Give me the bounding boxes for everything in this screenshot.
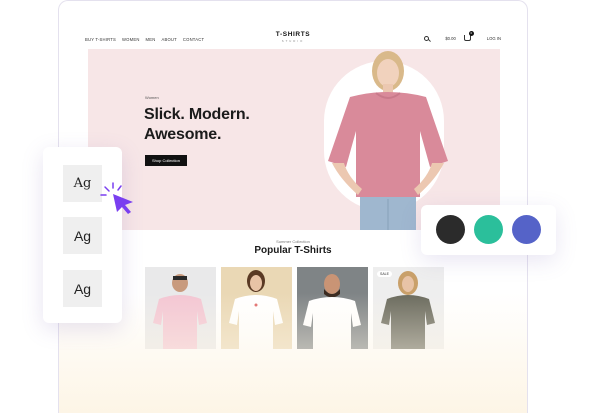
product-card[interactable]: SALE <box>373 267 444 349</box>
login-link[interactable]: LOG IN <box>487 36 501 41</box>
product-grid: SALE <box>145 267 444 349</box>
font-option-sans[interactable]: Ag <box>63 217 102 254</box>
product-card[interactable] <box>221 267 292 349</box>
font-picker-card: Ag Ag Ag <box>43 147 122 323</box>
nav-link-women[interactable]: WOMEN <box>122 37 140 42</box>
nav-links: BUY T-SHIRTS WOMEN MEN ABOUT CONTACT <box>85 37 204 42</box>
site-nav: BUY T-SHIRTS WOMEN MEN ABOUT CONTACT T-S… <box>85 29 501 49</box>
nav-link-men[interactable]: MEN <box>146 37 156 42</box>
sale-badge: SALE <box>377 271 392 277</box>
nav-link-contact[interactable]: CONTACT <box>183 37 204 42</box>
cart-count-badge: 0 <box>468 31 474 36</box>
color-swatch-blue[interactable] <box>512 215 541 244</box>
brand-logo[interactable]: T-SHIRTS STUDIO <box>276 31 310 43</box>
color-swatch-teal[interactable] <box>474 215 503 244</box>
product-image <box>297 267 368 349</box>
hero-eyebrow: Women <box>145 95 159 100</box>
product-image <box>221 267 292 349</box>
nav-link-about[interactable]: ABOUT <box>161 37 176 42</box>
color-swatch-black[interactable] <box>436 215 465 244</box>
shop-collection-button[interactable]: Shop Collection <box>145 155 187 166</box>
brand-title: T-SHIRTS <box>275 31 311 38</box>
product-image <box>373 267 444 349</box>
color-picker-card <box>421 205 556 255</box>
cart-icon[interactable]: 0 <box>463 31 474 41</box>
hero-model-image <box>328 51 448 230</box>
stage: BUY T-SHIRTS WOMEN MEN ABOUT CONTACT T-S… <box>0 0 600 413</box>
font-option-serif[interactable]: Ag <box>63 165 102 202</box>
pointer-cursor-icon <box>100 182 133 214</box>
cart-total: $0.00 <box>445 35 456 41</box>
hero-headline-line-1: Slick. Modern. <box>144 106 250 123</box>
product-card[interactable] <box>297 267 368 349</box>
hero-banner: Women Slick. Modern. Awesome. Shop Colle… <box>88 49 500 230</box>
nav-actions: $0.00 0 LOG IN <box>424 31 501 41</box>
hero-headline-line-2: Awesome. <box>144 126 222 143</box>
brand-subtitle: STUDIO <box>281 39 305 43</box>
nav-link-buy-tshirts[interactable]: BUY T-SHIRTS <box>85 37 116 42</box>
product-image <box>145 267 216 349</box>
product-card[interactable] <box>145 267 216 349</box>
hero-headline: Slick. Modern. Awesome. <box>144 105 250 145</box>
font-option-sans-alt[interactable]: Ag <box>63 270 102 307</box>
search-icon[interactable] <box>424 35 430 41</box>
